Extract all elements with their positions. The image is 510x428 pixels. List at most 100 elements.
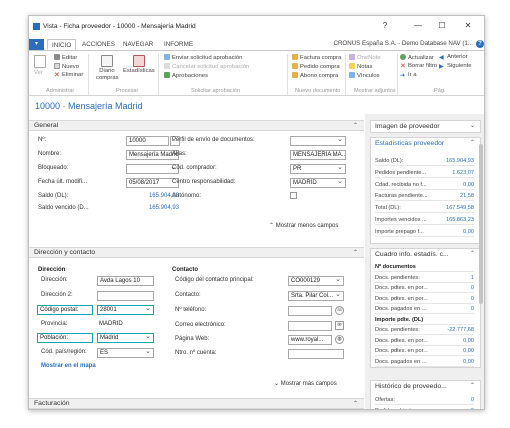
factbox-row-value[interactable]: 0,00 xyxy=(463,348,474,354)
actualizar-button[interactable]: Actualizar xyxy=(400,54,434,62)
send-approval-button[interactable]: Enviar solicitud aprobación xyxy=(164,54,242,62)
centro-dropdown[interactable]: MADRID xyxy=(290,178,346,188)
borrar-filtro-button[interactable]: ✕ Borrar filtro xyxy=(400,63,437,70)
factbox-row-value[interactable]: 1.623,07 xyxy=(452,170,474,176)
email-icon[interactable]: ✉ xyxy=(335,321,344,330)
no-field[interactable]: 10000 xyxy=(126,136,169,146)
diario-compras-button[interactable]: Diario compras xyxy=(96,55,119,81)
ver-button[interactable]: Ver xyxy=(34,55,46,77)
cod-contacto-dropdown[interactable]: CO000129 xyxy=(288,276,344,286)
nuevo-button[interactable]: Nuevo xyxy=(54,63,79,71)
provincia-value[interactable]: MADRID xyxy=(99,321,123,327)
alias-field[interactable]: MENSAJERIA MA... xyxy=(290,150,346,160)
show-more-fields-link[interactable]: ⌄ Mostrar más campos xyxy=(274,380,337,387)
web-field[interactable]: www.royal... xyxy=(288,335,332,345)
factbox-row-value[interactable]: 0 xyxy=(471,296,474,302)
tab-informe[interactable]: INFORME xyxy=(164,41,193,48)
file-menu-button[interactable]: ▾ xyxy=(29,39,44,50)
collapse-icon[interactable]: ⌃ xyxy=(470,139,475,146)
factbox-row-value[interactable]: 0 xyxy=(471,408,474,409)
help-icon[interactable]: ? xyxy=(476,40,484,48)
section-general-header[interactable]: General ⌃ xyxy=(29,120,364,131)
tab-inicio[interactable]: INICIO xyxy=(47,39,77,50)
pais-dropdown[interactable]: ES xyxy=(97,348,154,358)
factbox-row-value[interactable]: 0 xyxy=(471,397,474,403)
factbox-row[interactable]: Docs. pdtes. en por... 0 xyxy=(375,295,474,304)
factbox-row-value[interactable]: 21,58 xyxy=(460,193,474,199)
factbox-row-value[interactable]: 0,00 xyxy=(463,229,474,235)
direccion2-field[interactable] xyxy=(97,291,154,301)
factbox-row[interactable]: Pedidos pendiente... 1.623,07 xyxy=(375,169,474,178)
direccion-field[interactable]: Avda Lagos 10 xyxy=(97,276,154,286)
factbox-row[interactable]: Docs. pdtes. en por... 0 xyxy=(375,284,474,293)
factbox-row[interactable]: Facturas pendiente... 21,58 xyxy=(375,192,474,202)
collapse-icon[interactable]: ⌃ xyxy=(470,250,475,257)
phone-icon[interactable]: ☏ xyxy=(335,306,344,315)
factbox-row[interactable]: Importes vencidos ... 165.863,23 xyxy=(375,216,474,225)
approvals-button[interactable]: Aprobaciones xyxy=(164,72,208,80)
factbox-row[interactable]: Cdad. recibida no f... 0,00 xyxy=(375,181,474,190)
autonomo-checkbox[interactable] xyxy=(290,192,297,199)
codigo-postal-field[interactable]: 28001 xyxy=(97,305,154,315)
contacto-dropdown[interactable]: Srta. Pilar Col... xyxy=(288,291,344,301)
help-window-button[interactable]: ? xyxy=(379,21,391,31)
email-field[interactable] xyxy=(288,321,332,331)
saldo-vencido-value[interactable]: 165.904,93 xyxy=(126,205,179,211)
factbox-row[interactable]: Importe prepago f... 0,00 xyxy=(375,228,474,237)
factbox-row-value[interactable]: 167.549,58 xyxy=(446,205,474,211)
telefono-field[interactable] xyxy=(288,306,332,316)
factbox-row-value[interactable]: 0,00 xyxy=(463,182,474,188)
factbox-row-value[interactable]: 165.863,23 xyxy=(446,217,474,223)
factbox-row-value[interactable]: 0 xyxy=(471,285,474,291)
collapse-icon[interactable]: ⌃ xyxy=(470,382,475,389)
tab-acciones[interactable]: ACCIONES xyxy=(82,41,115,48)
factbox-row-value[interactable]: -22.777,68 xyxy=(447,327,474,333)
factbox-row[interactable]: Importe pdte. (DL) xyxy=(375,316,474,325)
onenote-button[interactable]: OneNote xyxy=(349,54,381,62)
cuenta-field[interactable] xyxy=(288,349,344,359)
globe-icon[interactable]: ◍ xyxy=(335,335,344,344)
abono-compra-button[interactable]: Abono compra xyxy=(292,72,338,80)
factbox-row[interactable]: Docs. pendientes: -22.777,68 xyxy=(375,326,474,335)
factbox-row[interactable]: Pedidos abiertos: 0 xyxy=(375,407,474,409)
factbox-row[interactable]: Docs. pendientes: 1 xyxy=(375,274,474,283)
vinculos-button[interactable]: Vínculos xyxy=(349,72,380,80)
factbox-row-value[interactable]: 1 xyxy=(471,275,474,281)
factbox-row-value[interactable]: 165.904,93 xyxy=(446,158,474,164)
tab-navegar[interactable]: NAVEGAR xyxy=(123,41,153,48)
factbox-row[interactable]: Docs. pagados en ... 0 xyxy=(375,305,474,314)
show-fewer-fields-link[interactable]: ⌃ Mostrar menos campos xyxy=(269,222,338,229)
factbox-row-value[interactable]: 0,00 xyxy=(463,338,474,344)
factbox-imagen[interactable]: Imagen de proveedor ⌄ xyxy=(370,120,481,133)
perfil-envio-dropdown[interactable] xyxy=(290,136,346,146)
ir-a-button[interactable]: ➜ Ir a xyxy=(400,72,417,79)
comprador-dropdown[interactable]: PR xyxy=(290,164,346,174)
maximize-button[interactable]: ☐ xyxy=(436,21,448,31)
siguiente-button[interactable]: ▶ Siguiente xyxy=(439,63,472,70)
poblacion-field[interactable]: Madrid xyxy=(97,333,154,343)
factura-compra-button[interactable]: Factura compra xyxy=(292,54,341,62)
factbox-row[interactable]: Nº documentos xyxy=(375,263,474,272)
cancel-approval-button[interactable]: Cancelar solicitud aprobación xyxy=(164,63,249,71)
section-direccion-header[interactable]: Dirección y contacto ⌃ xyxy=(29,247,364,258)
close-button[interactable]: ✕ xyxy=(462,21,474,31)
eliminar-button[interactable]: ✕ Eliminar xyxy=(54,72,83,79)
anterior-button[interactable]: ◀ Anterior xyxy=(439,54,468,61)
factbox-row[interactable]: Docs. pagados en ... 0,00 xyxy=(375,358,474,367)
minimize-button[interactable]: — xyxy=(412,21,424,31)
factbox-row-value[interactable]: 0 xyxy=(471,306,474,312)
factbox-row-value[interactable]: 0,00 xyxy=(463,359,474,365)
factbox-row[interactable]: Ofertas: 0 xyxy=(375,396,474,405)
factbox-row[interactable]: Saldo (DL): 165.904,93 xyxy=(375,157,474,166)
estadisticas-button[interactable]: Estadísticas xyxy=(123,55,155,75)
factbox-row-label: Ofertas: xyxy=(375,397,395,403)
factbox-scrollbar[interactable] xyxy=(479,144,483,304)
factbox-row[interactable]: Docs. pdtes. en por... 0,00 xyxy=(375,347,474,356)
pedido-compra-button[interactable]: Pedido compra xyxy=(292,63,340,71)
editar-button[interactable]: Editar xyxy=(54,54,77,62)
factbox-row[interactable]: Docs. pdtes. en por... 0,00 xyxy=(375,337,474,346)
notas-button[interactable]: Notas xyxy=(349,63,372,71)
show-on-map-link[interactable]: Mostrar en el mapa xyxy=(41,363,96,369)
factbox-row[interactable]: Total (DL): 167.549,58 xyxy=(375,204,474,214)
section-facturacion-header[interactable]: Facturación ⌃ xyxy=(29,398,364,409)
